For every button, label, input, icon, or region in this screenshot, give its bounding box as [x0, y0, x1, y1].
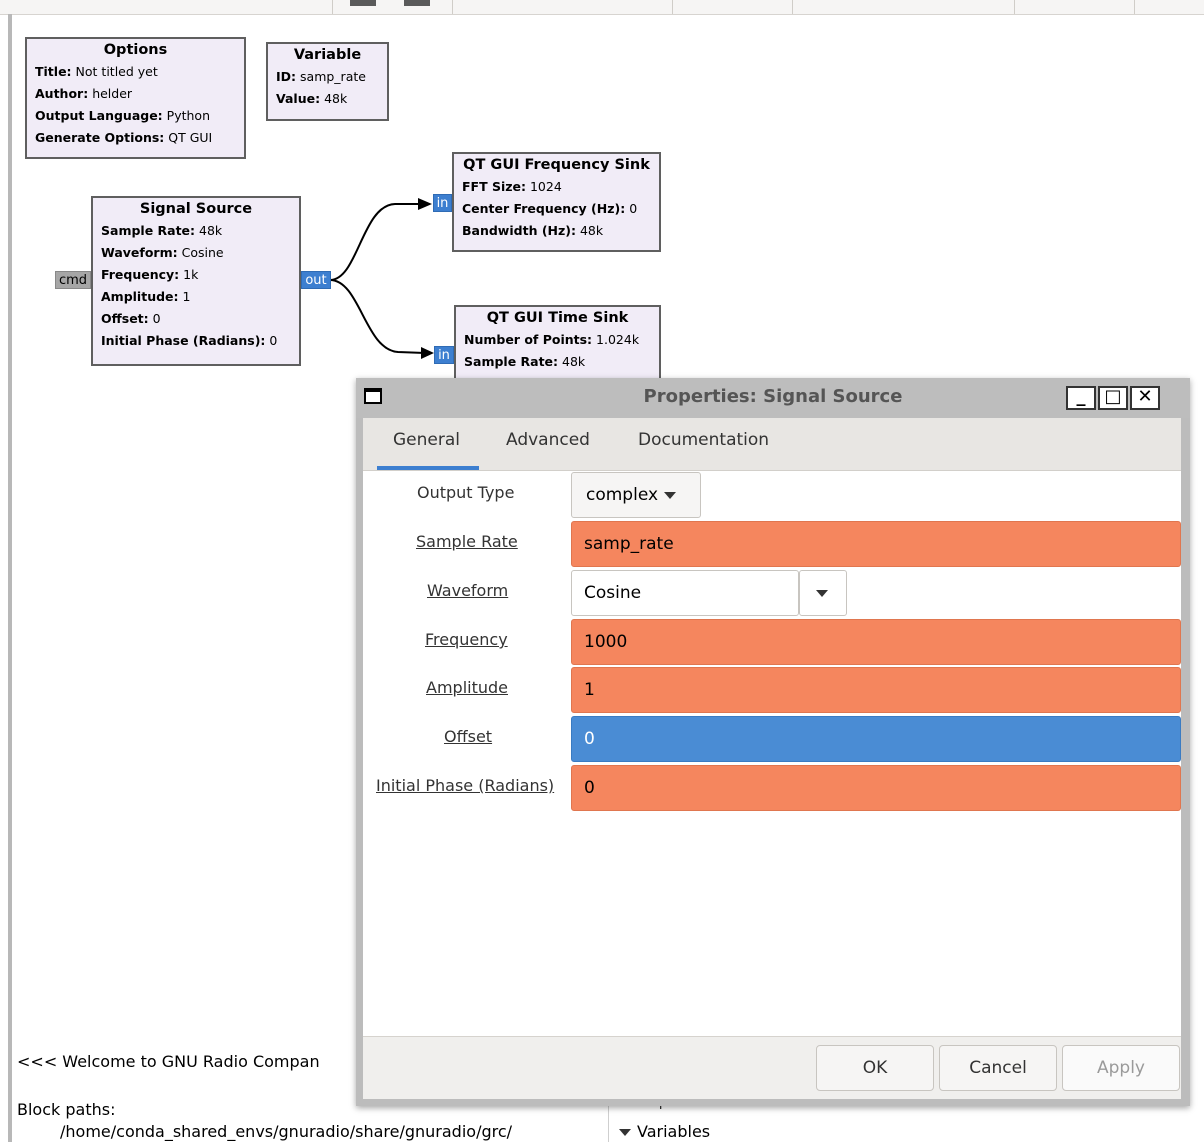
out-port[interactable]: out: [301, 271, 331, 289]
block-param: Center Frequency (Hz): 0: [462, 201, 638, 216]
options-block[interactable]: Options Title: Not titled yet Author: he…: [25, 37, 246, 159]
block-param: Title: Not titled yet: [35, 64, 158, 79]
block-param: Bandwidth (Hz): 48k: [462, 223, 604, 238]
ok-button[interactable]: OK: [816, 1045, 934, 1091]
toolbar-separator: [792, 0, 793, 14]
block-param: Output Language: Python: [35, 108, 211, 123]
apply-button[interactable]: Apply: [1062, 1045, 1180, 1091]
initial-phase-field[interactable]: 0: [571, 765, 1181, 811]
minimize-button[interactable]: _: [1066, 386, 1096, 410]
block-param: Amplitude: 1: [101, 289, 191, 304]
toolbar-separator: [1014, 0, 1015, 14]
block-param: ID: samp_rate: [276, 69, 366, 84]
dialog-titlebar[interactable]: Properties: Signal Source _ □ ✕: [356, 378, 1190, 418]
block-param: Offset: 0: [101, 311, 161, 326]
waveform-dropdown-button[interactable]: [799, 570, 847, 616]
variable-block[interactable]: Variable ID: samp_rate Value: 48k: [266, 42, 389, 121]
sample-rate-label: Sample Rate: [416, 532, 518, 551]
cancel-button[interactable]: Cancel: [939, 1045, 1057, 1091]
frequency-label: Frequency: [425, 630, 508, 649]
close-button[interactable]: ✕: [1130, 386, 1160, 410]
block-param: Sample Rate: 48k: [101, 223, 223, 238]
tab-general[interactable]: General: [393, 430, 460, 450]
tab-documentation[interactable]: Documentation: [638, 430, 769, 450]
in-port[interactable]: in: [433, 194, 452, 212]
dialog-footer: OK Cancel Apply: [363, 1036, 1181, 1099]
toolbar-separator: [672, 0, 673, 14]
block-param: Initial Phase (Radians): 0: [101, 333, 278, 348]
waveform-combo[interactable]: Cosine: [571, 570, 799, 616]
expander-icon[interactable]: [619, 1129, 631, 1136]
block-title: Signal Source: [139, 201, 253, 217]
block-param: Frequency: 1k: [101, 267, 199, 282]
tab-advanced[interactable]: Advanced: [506, 430, 590, 450]
block-param: Generate Options: QT GUI: [35, 130, 213, 145]
dialog-title: Properties: Signal Source: [643, 386, 903, 407]
output-type-label: Output Type: [417, 483, 515, 502]
block-title: QT GUI Frequency Sink: [463, 157, 650, 173]
console-welcome: <<< Welcome to GNU Radio Compan: [17, 1052, 320, 1071]
cmd-port[interactable]: cmd: [55, 271, 91, 289]
toolbar-button[interactable]: [404, 0, 430, 6]
block-param: Sample Rate: 48k: [464, 354, 586, 369]
active-tab-indicator: [377, 466, 479, 470]
frequency-field[interactable]: 1000: [571, 619, 1181, 665]
toolbar-separator: [1134, 0, 1135, 14]
toolbar-separator: [452, 0, 453, 14]
dialog-body: General Advanced Documentation Output Ty…: [363, 418, 1181, 1099]
output-type-dropdown[interactable]: complex: [571, 472, 701, 518]
dropdown-arrow-icon: [664, 491, 677, 499]
in-port[interactable]: in: [434, 346, 454, 364]
block-param: Number of Points: 1.024k: [464, 332, 640, 347]
dropdown-arrow-icon: [816, 589, 828, 597]
maximize-button[interactable]: □: [1098, 386, 1128, 410]
waveform-label: Waveform: [427, 581, 509, 600]
tree-item-variables[interactable]: Variables: [619, 1122, 710, 1141]
amplitude-label: Amplitude: [426, 678, 508, 697]
block-title: Variable: [293, 47, 362, 63]
offset-label: Offset: [444, 727, 493, 746]
console-block-paths-label: Block paths:: [17, 1100, 116, 1119]
block-title: Options: [103, 42, 168, 58]
block-param: Value: 48k: [276, 91, 348, 106]
toolbar-button[interactable]: [350, 0, 376, 6]
amplitude-field[interactable]: 1: [571, 667, 1181, 713]
freq-sink-block[interactable]: QT GUI Frequency Sink FFT Size: 1024 Cen…: [452, 152, 661, 252]
signal-source-block[interactable]: Signal Source Sample Rate: 48k Waveform:…: [91, 196, 301, 366]
time-sink-block[interactable]: QT GUI Time Sink Number of Points: 1.024…: [454, 305, 661, 381]
toolbar-separator: [332, 0, 333, 14]
tab-bar: General Advanced Documentation: [363, 418, 1181, 471]
sample-rate-field[interactable]: samp_rate: [571, 521, 1181, 567]
offset-field[interactable]: 0: [571, 716, 1181, 762]
block-param: Author: helder: [35, 86, 133, 101]
block-param: FFT Size: 1024: [462, 179, 562, 194]
properties-dialog: Properties: Signal Source _ □ ✕ General …: [356, 378, 1190, 1106]
block-title: QT GUI Time Sink: [486, 310, 629, 326]
block-param: Waveform: Cosine: [101, 245, 224, 260]
console-path: /home/conda_shared_envs/gnuradio/share/g…: [60, 1122, 513, 1141]
main-toolbar: [0, 0, 1204, 15]
initial-phase-label: Initial Phase (Radians): [376, 776, 555, 795]
